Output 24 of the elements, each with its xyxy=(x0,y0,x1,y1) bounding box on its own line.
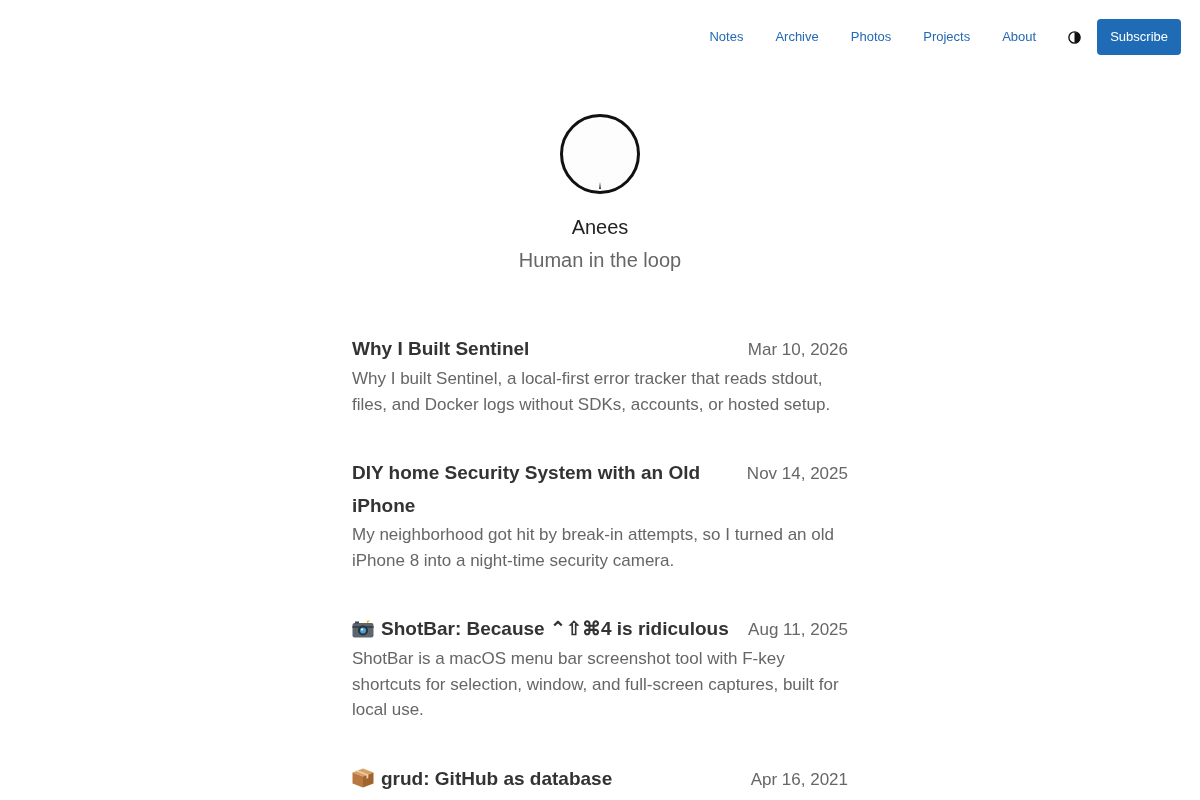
author-tagline: Human in the loop xyxy=(518,248,682,273)
package-icon xyxy=(352,767,374,788)
post-summary: Why I built Sentinel, a local-first error tracker that reads stdout, files, and Docker logs without SDKs, accounts, or hosted setup. xyxy=(352,368,832,416)
camera-flash-icon xyxy=(352,618,374,638)
post-date: Mar 10, 2026 xyxy=(747,339,848,361)
theme-toggle-button[interactable] xyxy=(1068,30,1082,44)
post-date: Aug 11, 2025 xyxy=(748,619,848,641)
post-title[interactable]: ShotBar: Because ⌃⇧⌘4 is ridiculous xyxy=(352,612,729,645)
nav-link[interactable]: Projects xyxy=(923,28,971,46)
half-circle-icon xyxy=(1068,30,1082,44)
nav-link[interactable]: Notes xyxy=(709,28,744,46)
post-title[interactable]: grud: GitHub as database xyxy=(352,761,613,795)
subscribe-button[interactable]: Subscribe xyxy=(1097,19,1181,55)
avatar-icon xyxy=(560,114,640,194)
nav-link[interactable]: Archive xyxy=(775,28,819,46)
nav-link[interactable]: Photos xyxy=(850,28,892,46)
post-title[interactable]: Why I Built Sentinel xyxy=(352,332,530,365)
post-summary: My neighborhood got hit by break-in attempts, so I turned an old iPhone 8 into a night-time security camera. xyxy=(352,524,835,572)
post-date: Nov 14, 2025 xyxy=(746,463,848,485)
post-title[interactable]: DIY home Security System with an Old iPhone xyxy=(352,456,731,522)
post-date: Apr 16, 2021 xyxy=(750,768,848,791)
author-name: Anees xyxy=(571,215,629,240)
nav-link[interactable]: About xyxy=(1002,28,1037,46)
post-summary: ShotBar is a macOS menu bar screenshot tool with F-key shortcuts for selection, window, and full-screen captures, built for local use. xyxy=(352,648,840,721)
